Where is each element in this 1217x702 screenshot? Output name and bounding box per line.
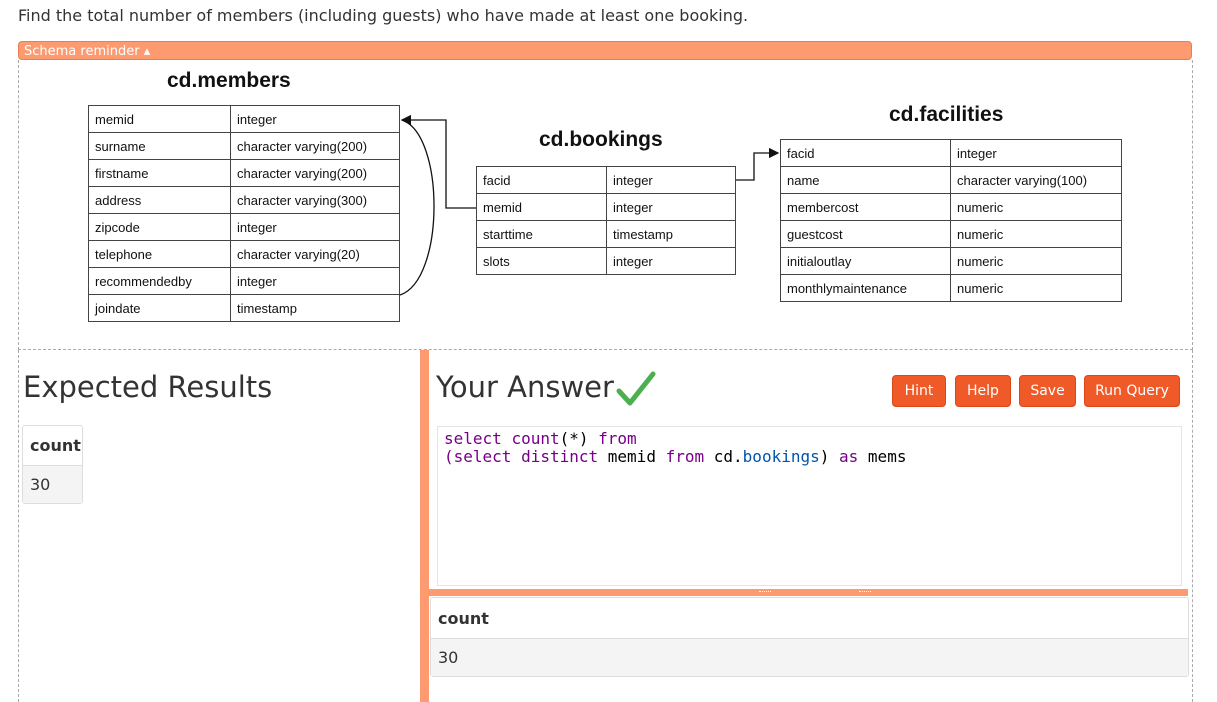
- result-column-header: count: [431, 598, 1188, 639]
- members-column-name: telephone: [88, 240, 231, 268]
- query-result-table: count 30: [430, 597, 1189, 677]
- bookings-table: facid integer memid integer starttime timesta…: [476, 166, 736, 275]
- facilities-row: membercost numeric: [780, 193, 1122, 221]
- facilities-column-type: integer: [950, 139, 1122, 167]
- bookings-column-type: timestamp: [606, 220, 736, 248]
- facilities-column-name: name: [780, 166, 951, 194]
- facilities-row: name character varying(100): [780, 166, 1122, 194]
- facilities-column-name: guestcost: [780, 220, 951, 248]
- members-column-name: address: [88, 186, 231, 214]
- members-column-type: integer: [230, 267, 400, 295]
- members-row: recommendedby integer: [88, 267, 400, 295]
- facilities-column-name: facid: [780, 139, 951, 167]
- facilities-column-name: initialoutlay: [780, 247, 951, 275]
- members-column-type: character varying(200): [230, 159, 400, 187]
- bookings-column-name: memid: [476, 193, 607, 221]
- facilities-column-name: membercost: [780, 193, 951, 221]
- members-table: memid integer surname character varying(200…: [88, 105, 400, 322]
- members-column-name: firstname: [88, 159, 231, 187]
- members-column-name: joindate: [88, 294, 231, 322]
- facilities-row: monthlymaintenance numeric: [780, 274, 1122, 302]
- facilities-column-type: numeric: [950, 247, 1122, 275]
- members-column-type: character varying(200): [230, 132, 400, 160]
- your-answer-heading: Your Answer: [436, 370, 614, 404]
- question-text: Find the total number of members (includ…: [18, 6, 749, 25]
- expected-results-heading: Expected Results: [23, 370, 273, 404]
- members-row: surname character varying(200): [88, 132, 400, 160]
- checkmark-icon: [616, 371, 656, 406]
- members-row: telephone character varying(20): [88, 240, 400, 268]
- members-row: firstname character varying(200): [88, 159, 400, 187]
- members-table-title: cd.members: [167, 69, 291, 92]
- horizontal-splitter[interactable]: [429, 589, 1188, 596]
- result-value-cell: 30: [431, 639, 1188, 676]
- query-line-2: (select distinct memid from cd.bookings)…: [444, 447, 907, 466]
- bookings-row: facid integer: [476, 166, 736, 194]
- schema-reminder-toggle[interactable]: Schema reminder ▴: [18, 41, 1192, 60]
- members-row: memid integer: [88, 105, 400, 133]
- bookings-column-name: slots: [476, 247, 607, 275]
- members-column-name: memid: [88, 105, 231, 133]
- facilities-column-type: character varying(100): [950, 166, 1122, 194]
- hint-button[interactable]: Hint: [892, 375, 946, 407]
- facilities-table-title: cd.facilities: [889, 103, 1004, 126]
- save-button[interactable]: Save: [1019, 375, 1076, 407]
- bookings-row: memid integer: [476, 193, 736, 221]
- facilities-row: guestcost numeric: [780, 220, 1122, 248]
- members-column-name: zipcode: [88, 213, 231, 241]
- members-column-name: surname: [88, 132, 231, 160]
- query-line-1: select count(*) from: [444, 429, 637, 448]
- members-column-type: integer: [230, 105, 400, 133]
- facilities-column-type: numeric: [950, 274, 1122, 302]
- members-column-type: character varying(300): [230, 186, 400, 214]
- bookings-table-title: cd.bookings: [539, 128, 663, 151]
- members-column-type: character varying(20): [230, 240, 400, 268]
- bookings-column-type: integer: [606, 193, 736, 221]
- facilities-column-name: monthlymaintenance: [780, 274, 951, 302]
- members-row: joindate timestamp: [88, 294, 400, 322]
- members-row: zipcode integer: [88, 213, 400, 241]
- facilities-row: facid integer: [780, 139, 1122, 167]
- bookings-column-type: integer: [606, 247, 736, 275]
- bookings-row: starttime timestamp: [476, 220, 736, 248]
- members-column-type: integer: [230, 213, 400, 241]
- bookings-row: slots integer: [476, 247, 736, 275]
- expected-value-cell: 30: [23, 466, 82, 503]
- bookings-column-name: facid: [476, 166, 607, 194]
- bookings-column-type: integer: [606, 166, 736, 194]
- facilities-row: initialoutlay numeric: [780, 247, 1122, 275]
- members-column-type: timestamp: [230, 294, 400, 322]
- facilities-column-type: numeric: [950, 193, 1122, 221]
- sql-editor[interactable]: select count(*) from (select distinct me…: [437, 426, 1182, 586]
- expected-column-header: count: [23, 426, 82, 466]
- vertical-splitter[interactable]: [420, 350, 429, 702]
- run-query-button[interactable]: Run Query: [1084, 375, 1180, 407]
- expected-results-table: count 30: [22, 425, 83, 504]
- facilities-table: facid integer name character varying(100) me…: [780, 139, 1122, 302]
- members-column-name: recommendedby: [88, 267, 231, 295]
- facilities-column-type: numeric: [950, 220, 1122, 248]
- help-button[interactable]: Help: [955, 375, 1011, 407]
- bookings-column-name: starttime: [476, 220, 607, 248]
- members-row: address character varying(300): [88, 186, 400, 214]
